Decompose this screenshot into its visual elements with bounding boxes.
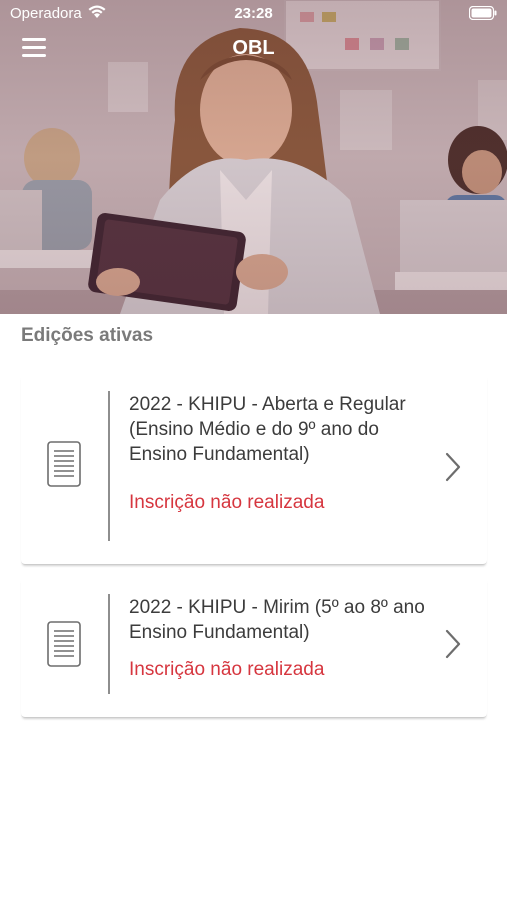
document-icon [47,621,81,667]
registration-status: Inscrição não realizada [129,492,325,513]
card-title: 2022 - KHIPU - Aberta e Regular (Ensino … [129,394,406,465]
battery-icon [469,6,497,20]
status-bar: Operadora 23:28 [0,0,507,28]
document-icon [47,441,81,487]
card-divider [108,594,110,694]
registration-status: Inscrição não realizada [129,659,325,680]
edition-card[interactable]: 2022 - KHIPU - Mirim (5º ao 8º ano Ensin… [21,577,487,717]
section-title: Edições ativas [21,325,154,346]
card-divider [108,391,110,541]
card-title: 2022 - KHIPU - Mirim (5º ao 8º ano Ensin… [129,597,425,643]
chevron-right-icon[interactable] [445,452,461,482]
nav-title: OBL [232,37,275,59]
clock: 23:28 [234,5,273,22]
edition-card[interactable]: 2022 - KHIPU - Aberta e Regular (Ensino … [21,374,487,564]
chevron-right-icon[interactable] [445,629,461,659]
